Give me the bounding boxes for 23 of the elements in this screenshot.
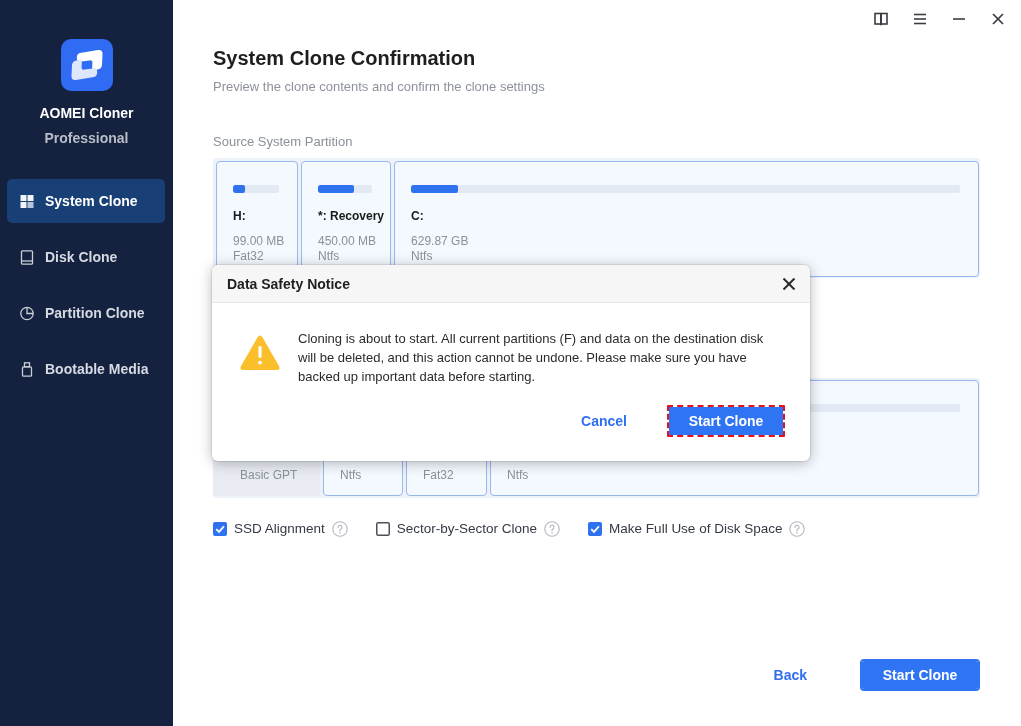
app-name: AOMEI Cloner (39, 105, 134, 121)
file-system-label: Ntfs (340, 468, 363, 483)
section-heading: Source System Partition (213, 133, 354, 151)
edition-label: Professional (44, 130, 129, 146)
partition-size: 99.00 MB (233, 234, 286, 249)
partition-size: 629.87 GB (411, 234, 470, 249)
option-label: SSD Alignment (234, 520, 325, 538)
partition-label: H: (233, 208, 247, 224)
partition-size: 450.00 MB (318, 234, 378, 249)
file-system-label: Ntfs (411, 249, 434, 264)
page-subtitle: Preview the clone contents and confirm the clone settings (213, 78, 546, 96)
file-system-label: Fat32 (233, 249, 265, 264)
file-system-label: Ntfs (318, 249, 341, 264)
dialog-title: Data Safety Notice (227, 275, 350, 292)
file-system-label: Fat32 (423, 468, 455, 483)
option-label: Make Full Use of Disk Space (609, 520, 783, 538)
page-title: System Clone Confirmation (213, 46, 477, 71)
partition-label: *: Recovery (318, 208, 385, 224)
dialog-message: Cloning is about to start. All current partitions (F) and data on the destination disk will be deleted, and this action cannot be undone. Please make sure you have backed up important data before starting. (298, 330, 765, 386)
partition-label: C: (411, 208, 425, 224)
disk-type-label: Basic GPT (240, 468, 299, 483)
file-system-label: Ntfs (507, 468, 530, 483)
option-label: Sector-by-Sector Clone (396, 520, 538, 538)
